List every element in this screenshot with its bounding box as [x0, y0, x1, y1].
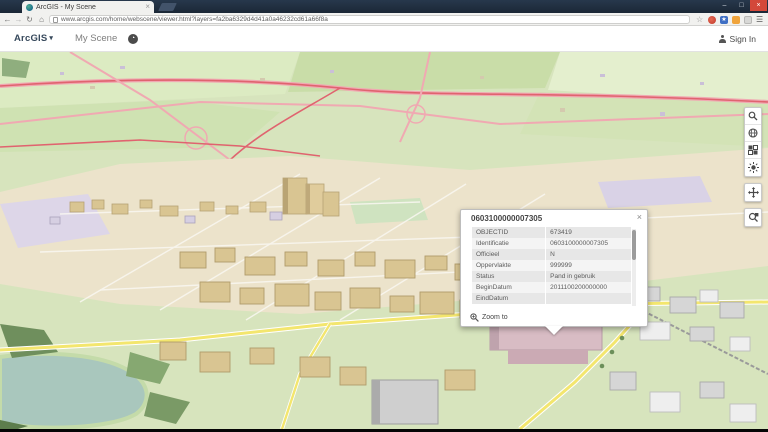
popup-row: Identificatie0603100000007305 [472, 238, 631, 249]
field-label: Identificatie [472, 238, 545, 249]
extension-blue-icon[interactable]: ★ [720, 16, 728, 24]
scene-3d-map[interactable]: 0603100000007305 × OBJECTID673419Identif… [0, 52, 768, 429]
field-label: EindDatum [472, 293, 545, 304]
popup-pointer [545, 326, 563, 335]
popup-row: OfficieelN [472, 249, 631, 260]
popup-footer: Zoom to [461, 308, 647, 326]
field-value: N [545, 249, 631, 260]
popup-close-icon[interactable]: × [637, 212, 642, 222]
field-label: BeginDatum [472, 282, 545, 293]
brand-label: ArcGIS [14, 33, 47, 44]
extension-orange-icon[interactable] [732, 16, 740, 24]
reload-icon[interactable]: ↻ [24, 13, 35, 26]
search-icon[interactable] [745, 108, 761, 125]
feature-popup: 0603100000007305 × OBJECTID673419Identif… [460, 209, 648, 327]
scene-toolbar-group-main [744, 107, 762, 177]
minimize-button[interactable]: – [716, 0, 733, 11]
sign-in-button[interactable]: Sign In [719, 34, 756, 44]
sign-in-label: Sign In [730, 34, 756, 44]
maximize-button[interactable]: □ [733, 0, 750, 11]
url-text: www.arcgis.com/home/webscene/viewer.html… [61, 16, 328, 23]
scene-toolbar-group-pan [744, 183, 762, 202]
popup-scrollbar-thumb[interactable] [632, 230, 636, 260]
arcgis-brand-menu[interactable]: ArcGIS▾ [14, 33, 53, 44]
extension-gray-icon[interactable] [744, 16, 752, 24]
person-icon [719, 35, 727, 43]
back-icon[interactable]: ← [2, 13, 13, 26]
popup-row: BeginDatum2011100200000000 [472, 282, 631, 293]
browser-tab[interactable]: ArcGIS - My Scene × [22, 1, 154, 13]
browser-window: ArcGIS - My Scene × – □ × ← → ↻ ⌂ www.ar… [0, 0, 768, 432]
zoom-to-link[interactable]: Zoom to [482, 314, 508, 321]
browser-tabstrip: ArcGIS - My Scene × – □ × [0, 0, 768, 13]
initial-view-globe-icon[interactable] [745, 125, 761, 142]
page-icon [53, 17, 58, 23]
arcgis-favicon-icon [26, 4, 33, 11]
extension-red-icon[interactable] [708, 16, 716, 24]
address-bar[interactable]: www.arcgis.com/home/webscene/viewer.html… [49, 15, 690, 24]
popup-row: Oppervlakte999999 [472, 260, 631, 271]
scene-info-icon[interactable]: ◔ [128, 34, 138, 44]
pan-icon[interactable] [745, 184, 761, 201]
new-tab-button[interactable] [158, 3, 177, 11]
field-label: Status [472, 271, 545, 282]
window-controls: – □ × [716, 0, 767, 11]
tab-title: ArcGIS - My Scene [36, 4, 142, 11]
chrome-menu-icon[interactable]: ☰ [756, 16, 764, 24]
scene-toolbar-group-zoom [744, 208, 762, 227]
field-label: OBJECTID [472, 227, 545, 238]
popup-title: 0603100000007305 [461, 210, 647, 227]
field-value: 2011100200000000 [545, 282, 631, 293]
basemap-gallery-icon[interactable] [745, 142, 761, 159]
field-label: Officieel [472, 249, 545, 260]
forward-icon[interactable]: → [13, 13, 24, 26]
arcgis-header: ArcGIS▾ My Scene ◔ Sign In [0, 26, 768, 52]
field-value: 0603100000007305 [545, 238, 631, 249]
zoom-to-icon [470, 313, 479, 322]
popup-row: OBJECTID673419 [472, 227, 631, 238]
daylight-sun-icon[interactable] [745, 159, 761, 176]
field-value [545, 293, 631, 304]
field-value: Pand in gebruik [545, 271, 631, 282]
popup-row: StatusPand in gebruik [472, 271, 631, 282]
popup-table: OBJECTID673419Identificatie0603100000007… [472, 227, 631, 304]
field-value: 673419 [545, 227, 631, 238]
chevron-down-icon: ▾ [49, 35, 53, 42]
tab-close-icon[interactable]: × [145, 3, 150, 11]
home-icon[interactable]: ⌂ [36, 13, 47, 26]
scene-title: My Scene [75, 33, 117, 44]
browser-toolbar: ← → ↻ ⌂ www.arcgis.com/home/webscene/vie… [0, 13, 768, 26]
field-value: 999999 [545, 260, 631, 271]
field-label: Oppervlakte [472, 260, 545, 271]
bookmark-star-icon[interactable]: ☆ [696, 16, 704, 24]
scene-toolbar [744, 107, 762, 233]
popup-row: EindDatum [472, 293, 631, 304]
zoom-window-icon[interactable] [745, 209, 761, 226]
popup-scrollbar[interactable] [632, 229, 636, 306]
map-canvas [0, 52, 768, 429]
close-button[interactable]: × [750, 0, 767, 11]
